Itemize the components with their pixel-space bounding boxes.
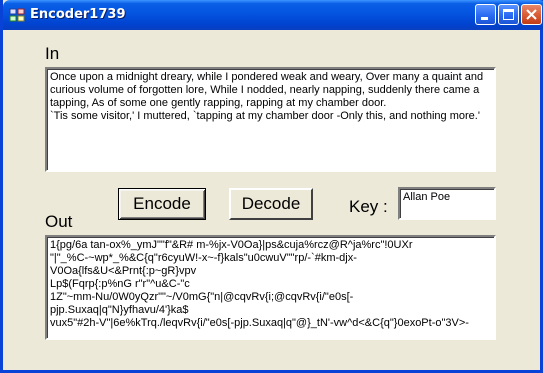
maximize-button[interactable] [498, 4, 519, 25]
key-label: Key : [349, 197, 388, 216]
output-textarea[interactable]: 1{pg/6a tan-ox%_ymJ""f"&R# m-%jx-V0Oa}|p… [45, 235, 496, 340]
key-input[interactable]: Allan Poe [398, 187, 496, 220]
input-textarea[interactable]: Once upon a midnight dreary, while I pon… [45, 67, 496, 172]
in-label: In [45, 44, 60, 63]
encode-button[interactable]: Encode [118, 188, 206, 220]
minimize-icon [481, 17, 488, 20]
app-icon [9, 7, 25, 23]
minimize-button[interactable] [475, 4, 496, 25]
maximize-icon [503, 9, 514, 20]
app-window: Encoder1739 In Once upon a midnight drea… [0, 0, 543, 373]
close-button[interactable] [521, 4, 542, 25]
title-bar[interactable]: Encoder1739 [3, 0, 543, 30]
out-label: Out [45, 212, 73, 231]
window-title: Encoder1739 [30, 7, 126, 22]
decode-button[interactable]: Decode [229, 188, 313, 220]
close-icon [526, 9, 537, 20]
